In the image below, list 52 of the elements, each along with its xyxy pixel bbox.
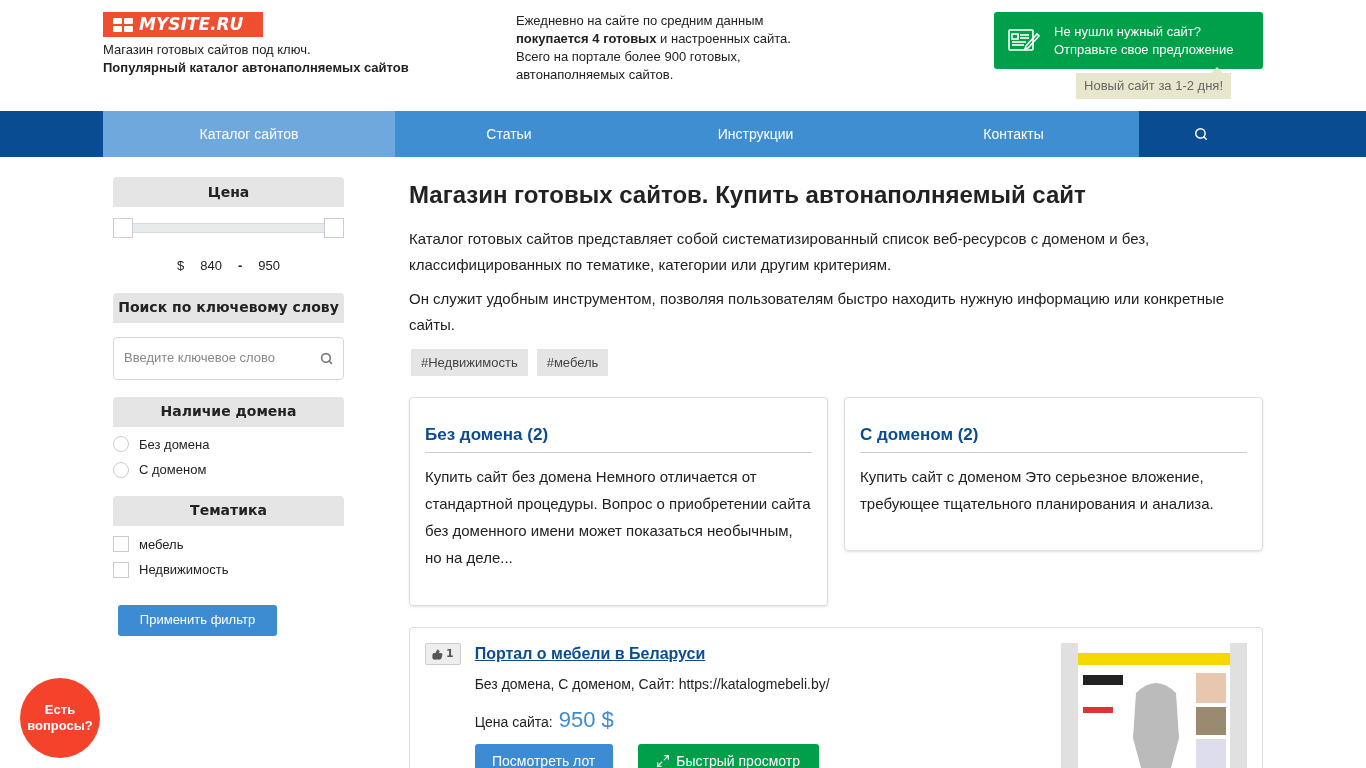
intro-paragraph: Он служит удобным инструментом, позволяя пользователям быстро находить нужную информацию или конкретные сайты. [409,289,1226,335]
topic-checkbox[interactable]: мебель [113,534,344,554]
like-button[interactable]: 1 [425,643,461,665]
offer-subtitle: Отправьте свое предложение [1054,40,1234,59]
topic-checkbox[interactable]: Недвижимость [113,560,344,580]
card-text: Купить сайт без домена Немного отличается от стандартной процедуры. Вопрос о приобретении сайта без доменного имени может показаться необычным, но на деле... [425,466,812,568]
price-label: Цена сайта: [474,713,553,732]
domain-radio[interactable]: Без домена [113,434,344,454]
form-edit-icon [1008,27,1040,54]
apply-filter-button[interactable]: Применить фильтр [118,604,277,636]
search-icon[interactable] [1194,127,1208,141]
filter-heading: Цена [113,177,344,207]
price-max: 950 [258,257,280,275]
keyword-field[interactable]: Введите ключевое слово [113,336,344,380]
tag-link[interactable]: #Недвижимость [411,349,528,376]
nav-tab[interactable]: Контакты [888,111,1139,157]
currency-symbol: $ [177,257,185,275]
search-icon[interactable] [320,351,333,365]
expand-icon [656,754,671,768]
offer-title: Не нушли нужный сайт? [1054,22,1202,41]
note-pointer [1211,67,1223,73]
quick-view-button[interactable]: Быстрый просмотр [637,744,819,768]
tagline: Магазин готовых сайтов под ключ. [103,41,312,59]
nav-tab[interactable]: Инструкции [623,111,888,157]
listing-title-link[interactable]: Портал о мебели в Беларуси [474,645,706,662]
price-slider[interactable] [113,218,344,238]
tagline-bold: Популярный каталог автонаполняемых сайтов [103,59,410,77]
listing-price: 950 $ [558,706,614,734]
card-text: Купить сайт с доменом Это серьезное вложение, требующее тщательного планирования и анализа. [860,466,1215,514]
info-text: Ежедневно на сайте по средним данным покупается 4 готовых и настроенных сайта. Всего на портале более 900 готовых, автонаполняемых сайтов. [516,12,792,84]
thumbs-up-icon [432,648,443,660]
intro-paragraph: Каталог готовых сайтов представляет собой систематизированный список веб-ресурсов с доменом и без, классифицированных по тематике, категории или другим критериям. [409,229,1151,275]
range-dash: - [237,257,243,275]
domain-radio[interactable]: С доменом [113,460,344,480]
questions-button[interactable]: Есть вопросы? [20,678,100,758]
nav-tab[interactable]: Статьи [395,111,623,157]
offer-button[interactable]: Не нушли нужный сайт? Отправьте свое предложение [994,12,1263,69]
filter-heading: Тематика [113,495,344,526]
view-lot-button[interactable]: Посмотреть лот [474,744,613,768]
filter-heading: Наличие домена [113,396,344,427]
card-title-link[interactable]: Без домена (2) [425,422,812,453]
page-title: Магазин готовых сайтов. Купить автонаполняемый сайт [409,180,1087,210]
price-min: 840 [200,257,222,275]
listing-meta: Без домена, С доменом, Сайт: https://katalogmebeli.by/ [474,675,831,694]
logo[interactable]: MYSITE.RU [103,12,263,37]
card-title-link[interactable]: С доменом (2) [860,422,1247,453]
slider-handle[interactable] [113,218,133,238]
keyword-input[interactable]: Введите ключевое слово [124,348,320,368]
logo-icon [113,17,133,32]
tag-link[interactable]: #мебель [536,349,609,376]
filter-heading: Поиск по ключевому слову [113,292,344,323]
slider-handle[interactable] [324,218,344,238]
